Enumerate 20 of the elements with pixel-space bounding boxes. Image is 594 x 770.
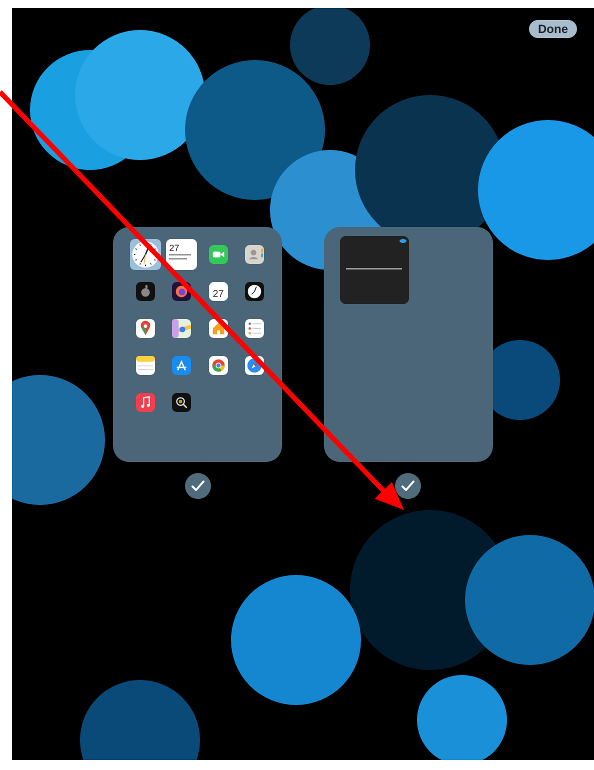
checkmark-icon [401,480,415,492]
dark-widget[interactable] [340,236,409,304]
contacts-icon[interactable] [245,245,264,264]
done-button[interactable]: Done [529,20,577,38]
magnifier-icon[interactable] [172,393,192,412]
home-screen-page[interactable] [324,227,493,462]
calendar-widget[interactable]: 27 [166,239,198,270]
music-note-icon[interactable] [136,393,155,412]
app-store-icon[interactable] [172,356,192,375]
calendar-date: 27 [169,244,180,253]
home-screen-page[interactable]: 27 27 [113,227,282,462]
video-camera-icon[interactable] [208,245,228,264]
clock-icon[interactable] [245,282,264,301]
chrome-icon[interactable] [208,356,228,375]
map-icon[interactable] [172,319,192,338]
checkmark-icon [191,480,205,492]
calendar-app-icon[interactable]: 27 [208,282,228,301]
list-icon[interactable] [245,319,264,338]
notepad-icon[interactable] [136,356,155,375]
map-pin-icon[interactable] [136,319,155,338]
